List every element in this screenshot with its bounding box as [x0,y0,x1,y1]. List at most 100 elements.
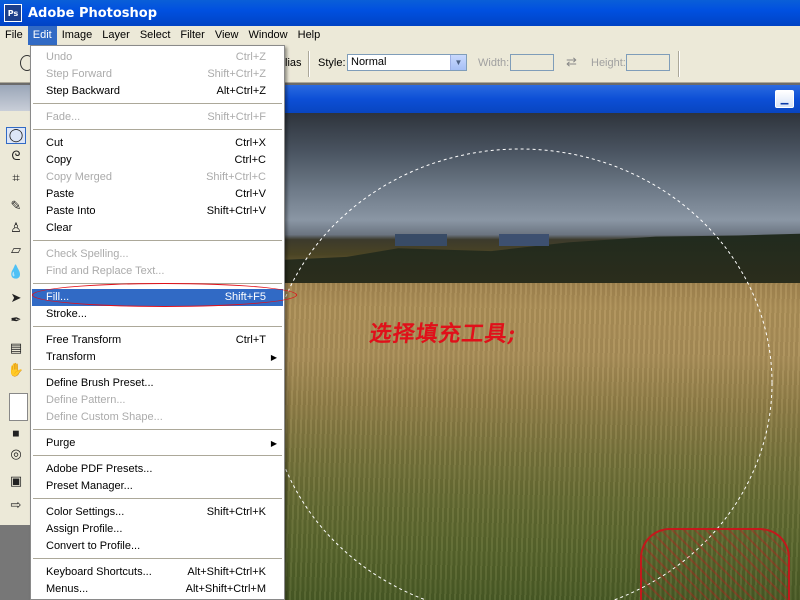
menu-divider [33,283,282,284]
menu-item-shortcut: Shift+Ctrl+F [207,111,266,123]
chevron-down-icon[interactable]: ▼ [450,55,466,70]
menu-divider [33,240,282,241]
menu-item-clear[interactable]: Clear [32,220,283,237]
menu-help[interactable]: Help [293,26,326,45]
menu-item-convert-to-profile[interactable]: Convert to Profile... [32,538,283,555]
options-divider [678,51,680,77]
blur-tool-icon[interactable]: 💧 [6,264,26,281]
menu-view[interactable]: View [210,26,244,45]
menu-item-label: Menus... [46,583,89,595]
quick-mask-icon[interactable]: ◎ [6,446,26,463]
marquee-tool-icon[interactable]: ◯ [6,127,26,144]
menu-item-free-transform[interactable]: Free Transform Ctrl+T [32,332,283,349]
menu-window[interactable]: Window [244,26,293,45]
move-arrow-icon[interactable]: ➤ [6,290,26,307]
menu-item-fill[interactable]: Fill... Shift+F5 [32,289,283,306]
workspace-background [0,525,30,600]
pen-tool-icon[interactable]: ✒ [6,312,26,329]
menu-item-label: Define Custom Shape... [46,411,163,423]
menu-bar: File Edit Image Layer Select Filter View… [0,26,800,45]
menu-item-shortcut: Shift+Ctrl+V [206,205,266,217]
clone-stamp-icon[interactable]: ♙ [6,220,26,237]
healing-brush-icon[interactable]: ✎ [6,198,26,215]
menu-item-shortcut: Shift+F5 [224,291,266,303]
minimize-icon[interactable]: ▁ [775,90,794,108]
document-title-bar[interactable]: ▁ [285,85,800,113]
menu-divider [33,369,282,370]
foreground-color-swatch[interactable] [9,393,28,421]
hand-tool-icon[interactable]: ✋ [6,362,26,379]
menu-item-label: Paste [46,188,75,200]
menu-item-define-brush-preset[interactable]: Define Brush Preset... [32,375,283,392]
menu-edit[interactable]: Edit [27,26,57,45]
menu-image[interactable]: Image [57,26,98,45]
menu-file[interactable]: File [0,26,28,45]
menu-item-label: Copy [46,154,72,166]
menu-item-label: Stroke... [46,308,87,320]
menu-item-menus[interactable]: Menus... Alt+Shift+Ctrl+M [32,581,283,598]
menu-item-define-custom-shape[interactable]: Define Custom Shape... [32,409,283,426]
menu-item-define-pattern[interactable]: Define Pattern... [32,392,283,409]
menu-item-transform[interactable]: Transform ▶ [32,349,283,366]
height-input[interactable] [626,54,670,71]
menu-item-undo[interactable]: Undo Ctrl+Z [32,49,283,66]
jump-to-imageready-icon[interactable]: ⇨ [6,497,26,514]
width-input[interactable] [510,54,554,71]
menu-item-purge[interactable]: Purge ▶ [32,435,283,452]
menu-item-copy-merged[interactable]: Copy Merged Shift+Ctrl+C [32,169,283,186]
menu-item-copy[interactable]: Copy Ctrl+C [32,152,283,169]
menu-select[interactable]: Select [135,26,176,45]
menu-item-adobe-pdf-presets[interactable]: Adobe PDF Presets... [32,461,283,478]
menu-layer[interactable]: Layer [97,26,135,45]
elliptical-selection [285,148,773,600]
menu-item-fade[interactable]: Fade... Shift+Ctrl+F [32,109,283,126]
image-canvas[interactable] [285,113,800,600]
options-divider [308,51,310,77]
menu-item-shortcut: Ctrl+V [235,188,266,200]
eraser-icon[interactable]: ▱ [6,242,26,259]
menu-item-find-and-replace-text[interactable]: Find and Replace Text... [32,263,283,280]
menu-item-preset-manager[interactable]: Preset Manager... [32,478,283,495]
lasso-tool-icon[interactable]: ᘓ [6,148,26,165]
menu-divider [33,129,282,130]
menu-item-paste-into[interactable]: Paste Into Shift+Ctrl+V [32,203,283,220]
style-dropdown[interactable]: Normal ▼ [347,54,467,71]
menu-item-paste[interactable]: Paste Ctrl+V [32,186,283,203]
menu-item-step-forward[interactable]: Step Forward Shift+Ctrl+Z [32,66,283,83]
notes-icon[interactable]: ▤ [6,340,26,357]
menu-item-shortcut: Alt+Shift+Ctrl+M [185,583,266,595]
menu-divider [33,455,282,456]
swap-arrows-icon[interactable]: ⇄ [566,54,577,70]
menu-item-color-settings[interactable]: Color Settings... Shift+Ctrl+K [32,504,283,521]
menu-item-assign-profile[interactable]: Assign Profile... [32,521,283,538]
menu-item-label: Preset Manager... [46,480,133,492]
menu-item-shortcut: Shift+Ctrl+Z [207,68,266,80]
menu-item-step-backward[interactable]: Step Backward Alt+Ctrl+Z [32,83,283,100]
menu-item-label: Paste Into [46,205,96,217]
style-dropdown-value: Normal [351,56,387,68]
menu-filter[interactable]: Filter [175,26,209,45]
menu-item-label: Purge [46,437,76,449]
menu-item-label: Color Settings... [46,506,125,518]
screen-mode-icon[interactable]: ▣ [6,473,26,490]
menu-item-label: Check Spelling... [46,248,129,260]
menu-item-check-spelling[interactable]: Check Spelling... [32,246,283,263]
menu-item-label: Find and Replace Text... [46,265,165,277]
crop-tool-icon[interactable]: ⌗ [6,170,26,187]
menu-item-cut[interactable]: Cut Ctrl+X [32,135,283,152]
menu-item-shortcut: Shift+Ctrl+K [206,506,266,518]
menu-item-shortcut: Alt+Shift+Ctrl+K [187,566,266,578]
toolbox-grip[interactable] [0,85,30,111]
menu-item-label: Clear [46,222,73,234]
menu-item-label: Adobe PDF Presets... [46,463,153,475]
menu-item-keyboard-shortcuts[interactable]: Keyboard Shortcuts... Alt+Shift+Ctrl+K [32,564,283,581]
menu-divider [33,498,282,499]
submenu-arrow-icon: ▶ [270,439,277,448]
menu-item-label: Cut [46,137,64,149]
default-colors-icon[interactable]: ◼ [6,425,26,442]
menu-item-label: Fill... [46,291,70,303]
annotation-text: 选择填充工具; [367,321,519,347]
menu-item-stroke[interactable]: Stroke... [32,306,283,323]
menu-divider [33,558,282,559]
title-bar[interactable]: Ps Adobe Photoshop [0,0,800,26]
